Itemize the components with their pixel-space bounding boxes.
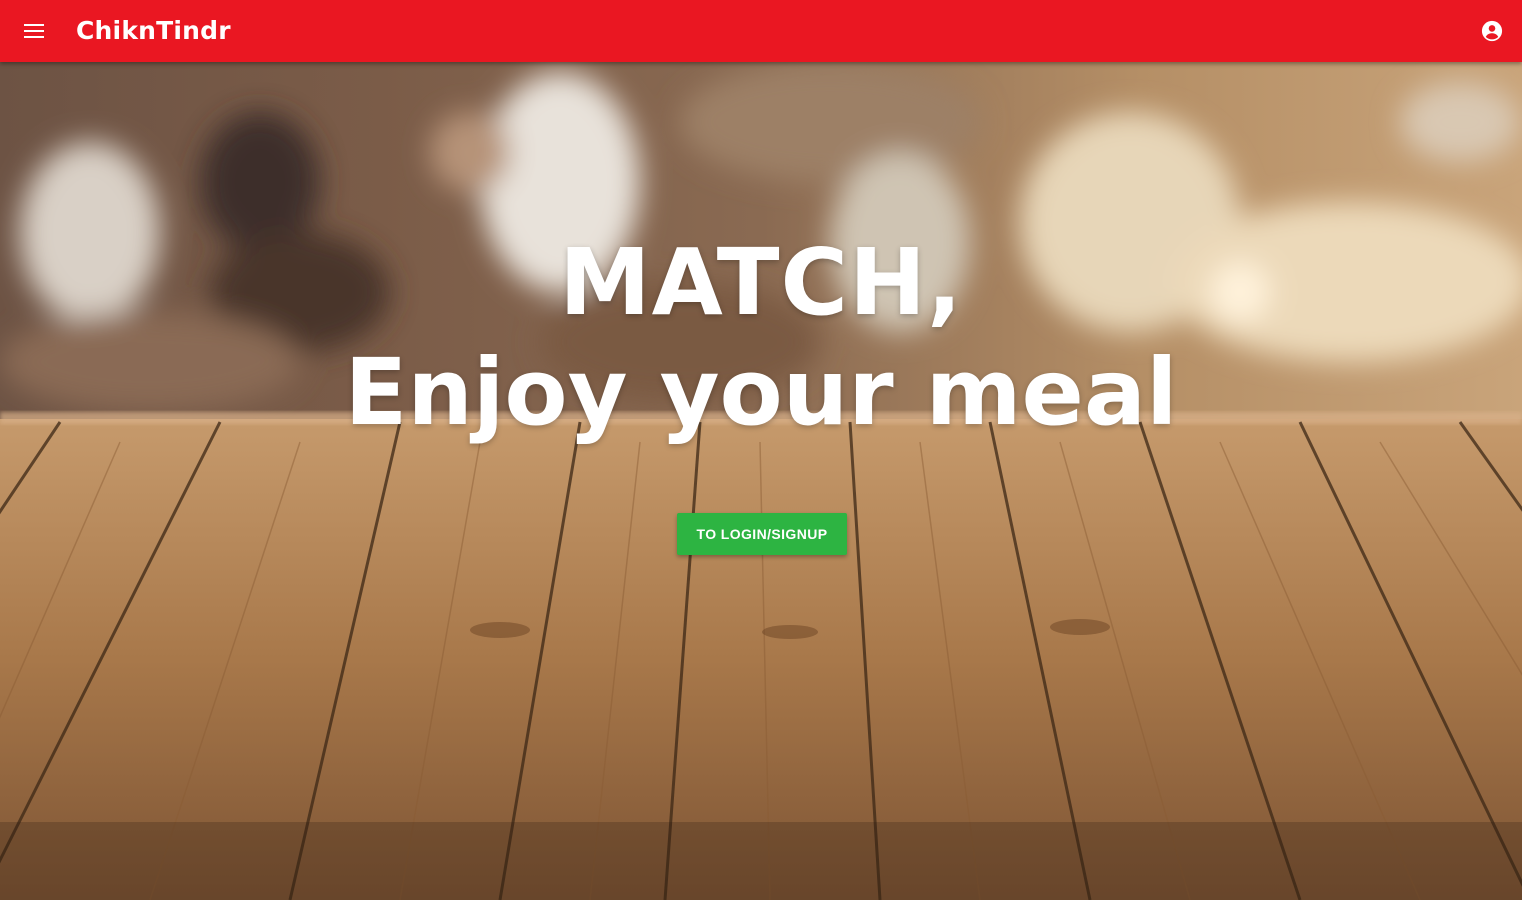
hero-headline: MATCH, Enjoy your meal	[0, 228, 1522, 448]
hero-background-image	[0, 62, 1522, 900]
menu-icon	[24, 24, 44, 38]
login-signup-button[interactable]: TO LOGIN/SIGNUP	[677, 513, 847, 555]
account-circle-icon	[1481, 20, 1503, 42]
headline-match: MATCH,	[559, 229, 963, 336]
hero-section	[0, 62, 1522, 900]
headline-enjoy: Enjoy your meal	[344, 339, 1178, 446]
account-button[interactable]	[1472, 11, 1512, 51]
top-app-bar: ChiknTindr	[0, 0, 1522, 62]
brand-logo[interactable]: ChiknTindr	[76, 11, 231, 51]
menu-button[interactable]	[14, 11, 54, 51]
app-root: ChiknTindr MATCH, Enjoy your meal TO LOG…	[0, 0, 1522, 900]
